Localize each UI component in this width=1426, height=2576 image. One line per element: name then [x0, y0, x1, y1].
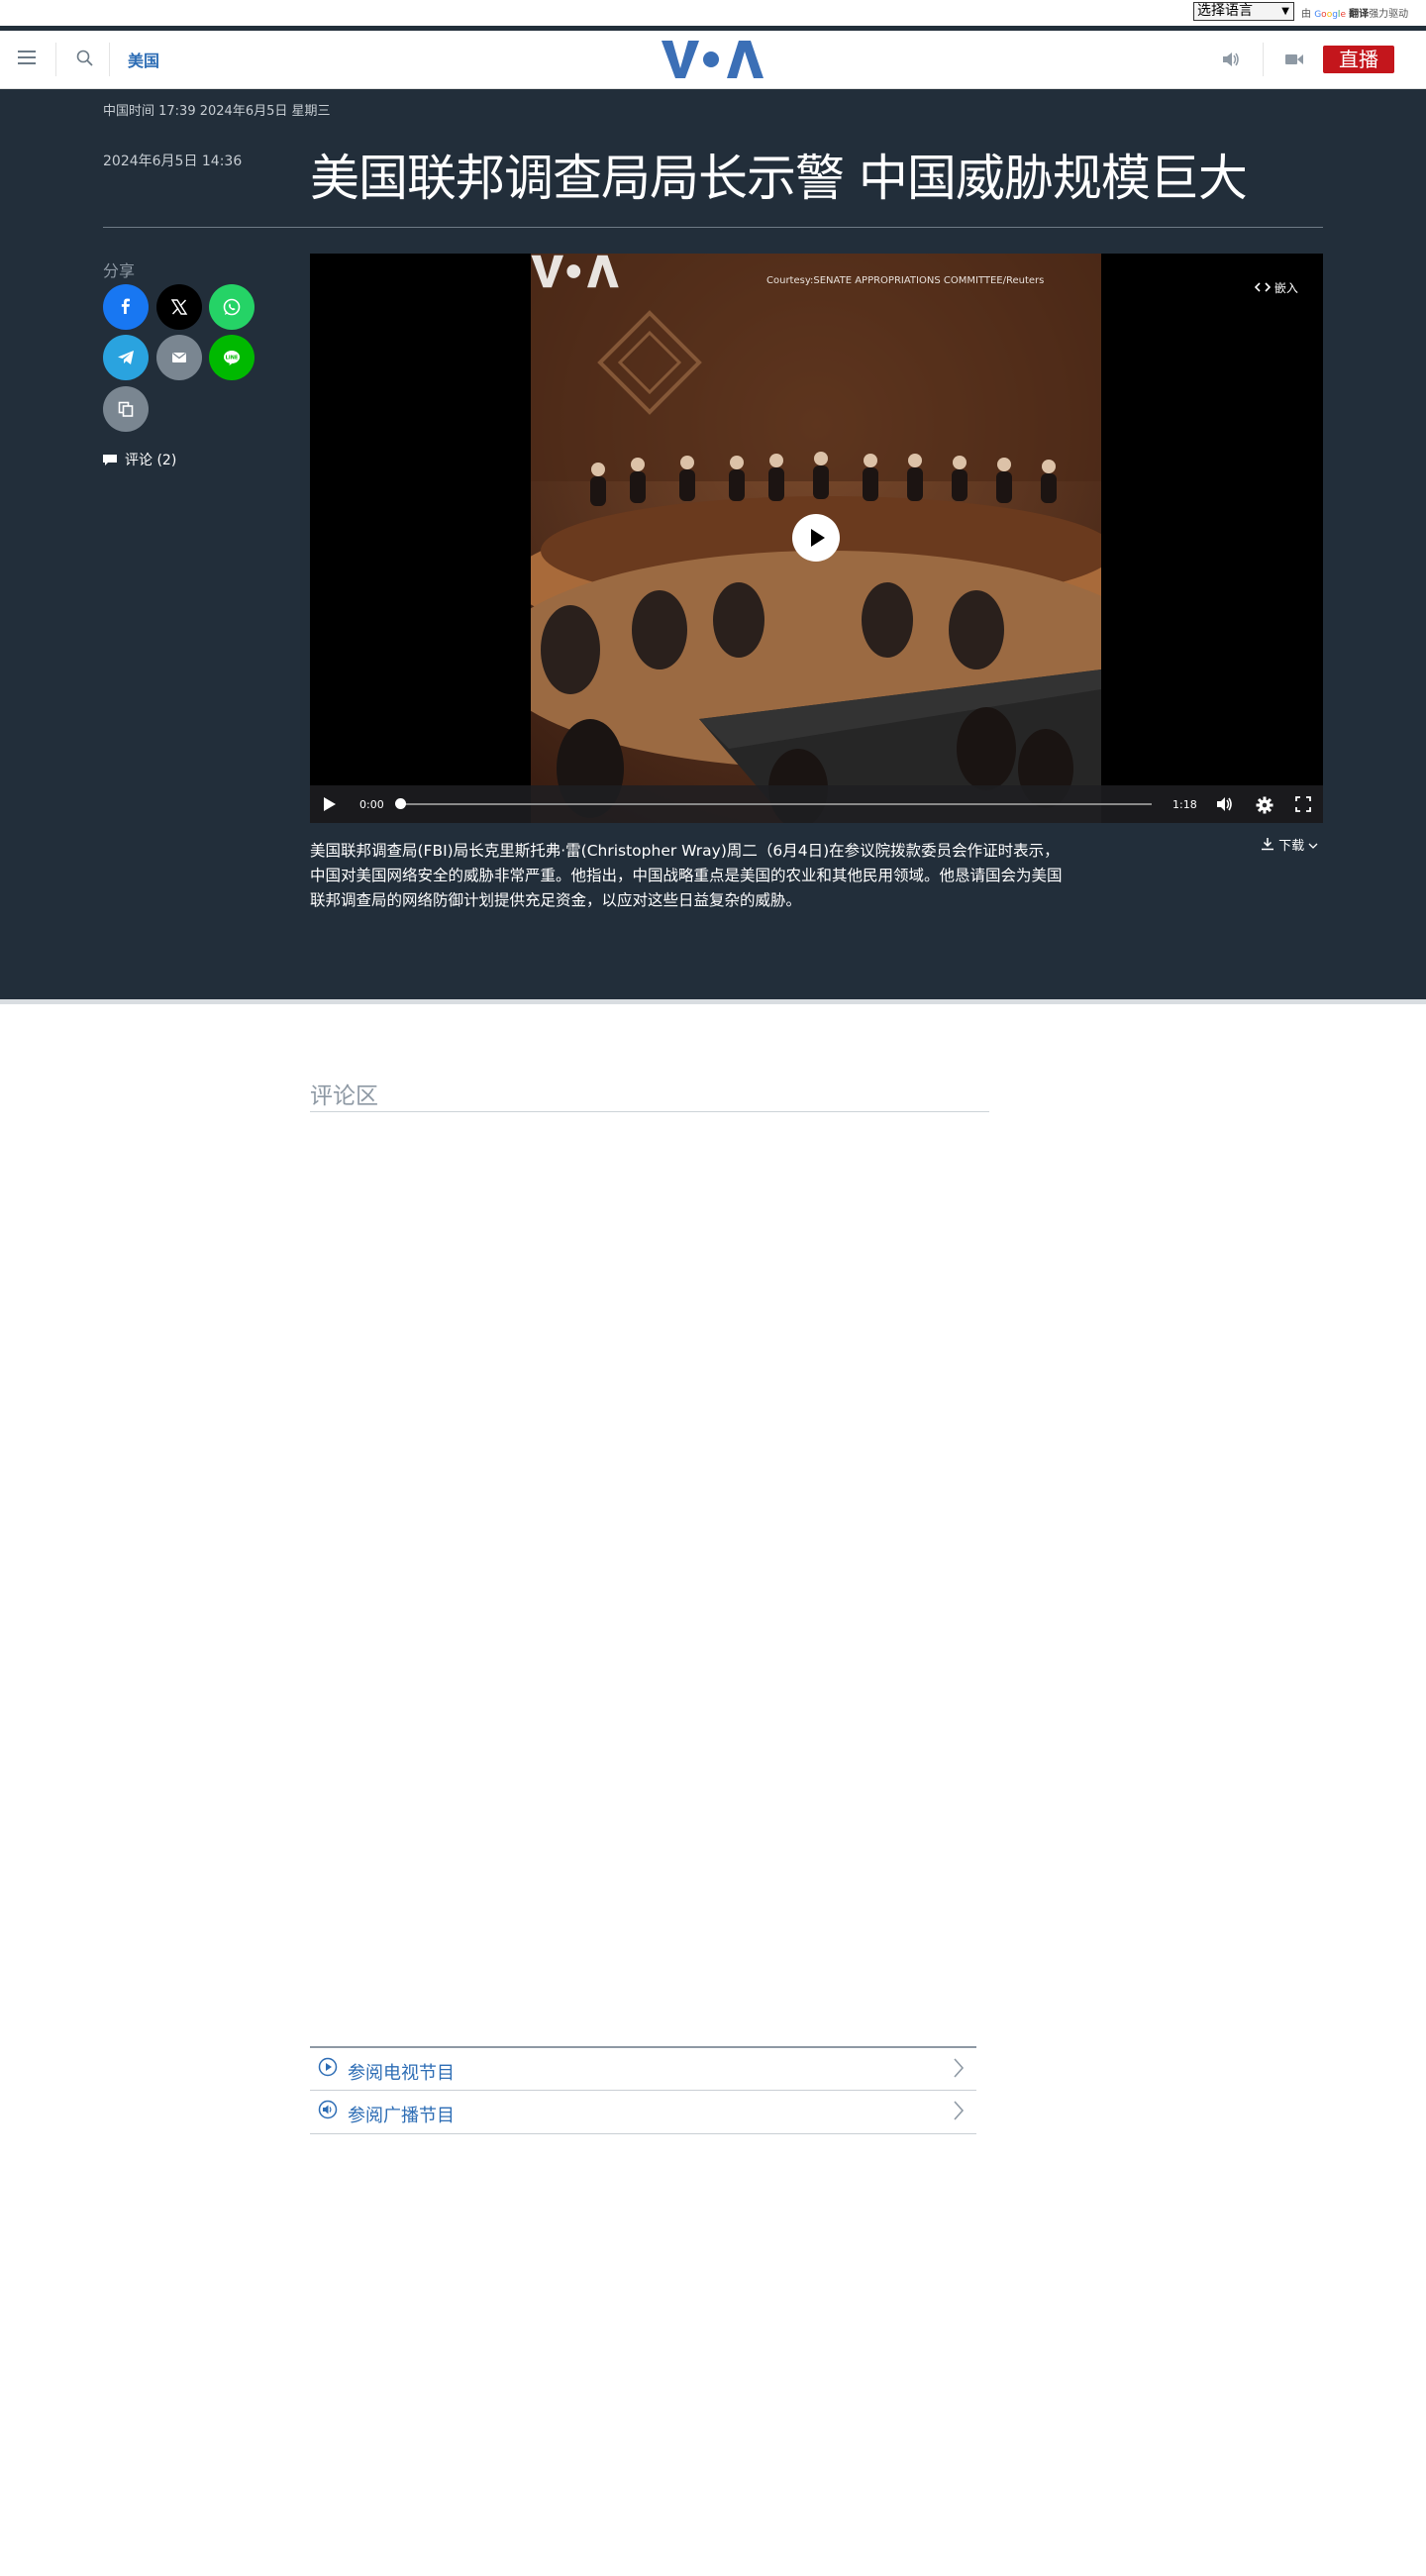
fullscreen-icon[interactable]: [1295, 796, 1311, 812]
divider: [310, 2133, 976, 2134]
whatsapp-icon: [223, 298, 241, 316]
chevron-down-icon: [1308, 843, 1318, 849]
section-link[interactable]: 美国: [128, 48, 159, 71]
current-date: 中国时间 17:39 2024年6月5日 星期三: [103, 104, 331, 119]
google-translate-credit[interactable]: 由 Google 翻译强力驱动: [1301, 5, 1408, 20]
download-button[interactable]: 下载: [1261, 835, 1318, 854]
whatsapp-share-button[interactable]: [209, 284, 255, 330]
menu-icon[interactable]: [18, 51, 36, 64]
powered-suffix: 强力驱动: [1369, 9, 1409, 20]
video-controls: 0:00 1:18: [310, 785, 1323, 823]
code-icon: [1254, 282, 1272, 292]
tv-programs-link[interactable]: 参阅电视节目: [310, 2046, 976, 2090]
program-links: 参阅电视节目 参阅广播节目: [310, 2046, 976, 2134]
x-share-button[interactable]: [156, 284, 202, 330]
comments-link-label: 评论 (2): [125, 453, 177, 468]
comment-icon: [103, 455, 117, 465]
line-share-button[interactable]: LINE: [209, 335, 255, 380]
search-icon[interactable]: [75, 49, 95, 68]
telegram-share-button[interactable]: [103, 335, 149, 380]
video-caption: 美国联邦调查局(FBI)局长克里斯托弗·雷(Christopher Wray)周…: [310, 842, 1063, 909]
telegram-icon: [118, 351, 134, 364]
embed-button[interactable]: 嵌入: [1254, 279, 1298, 296]
translate-bar: 选择语言 ▼ 由 Google 翻译强力驱动: [0, 0, 1426, 26]
settings-icon[interactable]: [1256, 796, 1273, 814]
video-courtesy: Courtesy:SENATE APPROPRIATIONS COMMITTEE…: [766, 275, 1045, 286]
audio-icon[interactable]: [1221, 51, 1241, 68]
share-label: 分享: [103, 261, 136, 280]
progress-handle[interactable]: [395, 798, 406, 809]
published-date: 2024年6月5日 14:36: [103, 154, 243, 169]
facebook-share-button[interactable]: [103, 284, 149, 330]
video-player[interactable]: Courtesy:SENATE APPROPRIATIONS COMMITTEE…: [310, 254, 1323, 823]
google-logo: Google: [1314, 10, 1346, 20]
language-select[interactable]: 选择语言 ▼: [1193, 2, 1294, 21]
comments-link[interactable]: 评论 (2): [103, 450, 176, 469]
page-title: 美国联邦调查局局长示警 中国威胁规模巨大: [310, 150, 1248, 207]
current-time: 0:00: [359, 798, 384, 811]
language-select-value: 选择语言: [1197, 3, 1253, 19]
divider: [109, 43, 110, 76]
video-camera-icon[interactable]: [1284, 52, 1304, 67]
divider: [103, 227, 1323, 228]
download-label: 下载: [1278, 839, 1305, 854]
radio-programs-link[interactable]: 参阅广播节目: [310, 2090, 976, 2133]
divider: [55, 43, 56, 76]
progress-track[interactable]: [399, 803, 1152, 805]
powered-prefix: 由: [1301, 9, 1311, 20]
volume-icon[interactable]: [1216, 796, 1234, 812]
play-button[interactable]: [792, 514, 840, 562]
svg-text:LINE: LINE: [226, 356, 239, 361]
translate-word: 翻译: [1349, 9, 1370, 20]
tv-programs-label: 参阅电视节目: [348, 2063, 455, 2084]
facebook-icon: [121, 298, 131, 314]
chevron-right-icon: [954, 2058, 965, 2078]
download-icon: [1262, 838, 1273, 851]
divider: [1263, 43, 1264, 76]
voa-logo[interactable]: [662, 39, 764, 80]
chevron-right-icon: [954, 2101, 965, 2120]
play-circle-icon: [318, 2057, 338, 2077]
divider: [0, 999, 1426, 1004]
live-button[interactable]: 直播: [1323, 46, 1394, 73]
line-icon: LINE: [224, 351, 240, 365]
chevron-down-icon: ▼: [1281, 6, 1289, 17]
play-icon[interactable]: [324, 797, 336, 811]
embed-label: 嵌入: [1273, 281, 1298, 295]
comments-heading: 评论区: [310, 1083, 378, 1109]
copy-link-icon: [118, 401, 134, 417]
radio-programs-label: 参阅广播节目: [348, 2106, 455, 2126]
email-icon: [172, 352, 186, 362]
duration: 1:18: [1172, 798, 1197, 811]
site-header: 美国 直播: [0, 31, 1426, 89]
divider: [310, 1111, 989, 1112]
email-share-button[interactable]: [156, 335, 202, 380]
x-icon: [170, 299, 188, 315]
copy-link-button[interactable]: [103, 386, 149, 432]
audio-circle-icon: [318, 2100, 338, 2119]
voa-watermark: [531, 255, 619, 288]
